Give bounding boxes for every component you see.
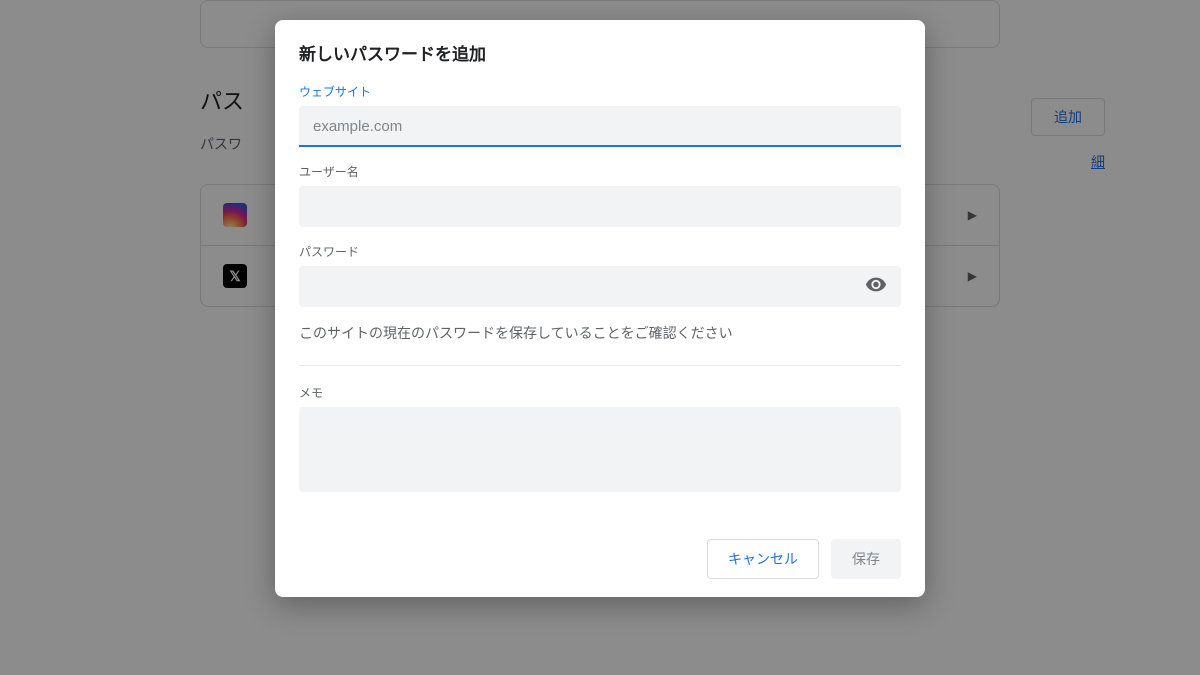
password-field-group: パスワード (299, 243, 901, 307)
username-input[interactable] (299, 186, 901, 227)
website-field-group: ウェブサイト (299, 83, 901, 147)
username-field-group: ユーザー名 (299, 163, 901, 227)
website-input[interactable] (299, 106, 901, 147)
add-password-dialog: 新しいパスワードを追加 ウェブサイト ユーザー名 パスワード (275, 20, 925, 597)
password-label: パスワード (299, 243, 901, 260)
modal-overlay: 新しいパスワードを追加 ウェブサイト ユーザー名 パスワード (0, 0, 1200, 675)
password-input-wrapper (299, 266, 901, 307)
note-input[interactable] (299, 407, 901, 492)
divider (299, 365, 901, 366)
dialog-title: 新しいパスワードを追加 (275, 40, 925, 65)
username-label: ユーザー名 (299, 163, 901, 180)
website-label: ウェブサイト (299, 83, 901, 100)
note-field-group: メモ (299, 384, 901, 497)
cancel-button[interactable]: キャンセル (707, 539, 819, 579)
note-label: メモ (299, 384, 901, 401)
password-help-text: このサイトの現在のパスワードを保存していることをご確認ください (299, 323, 901, 343)
dialog-actions: キャンセル 保存 (275, 539, 925, 579)
show-password-icon[interactable] (865, 273, 887, 300)
save-button[interactable]: 保存 (831, 539, 901, 579)
password-input[interactable] (299, 266, 901, 307)
